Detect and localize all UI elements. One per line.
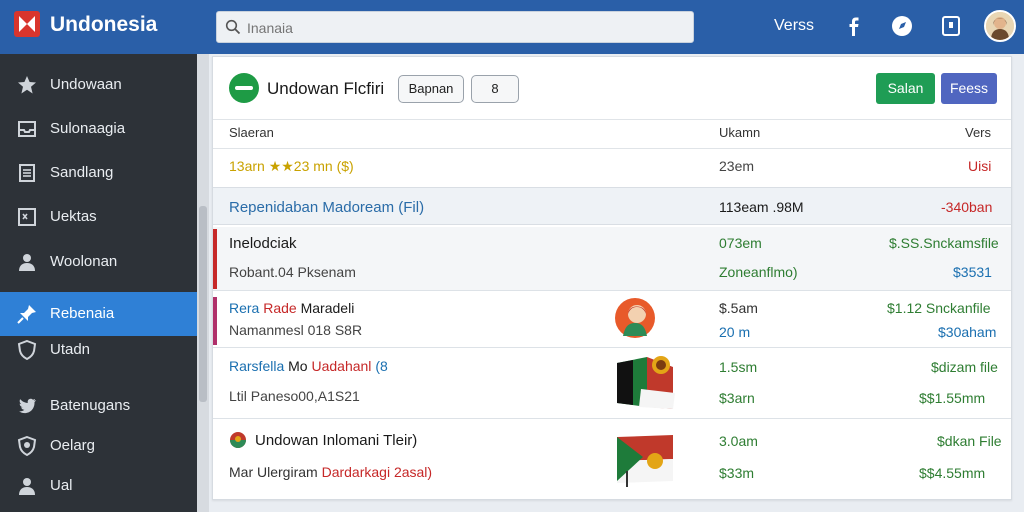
bookmark-icon[interactable] [939, 14, 963, 38]
value-cell: $.5am [719, 300, 758, 316]
value-cell: Uisi [968, 158, 992, 174]
app-title[interactable]: Undonesia [50, 13, 157, 37]
row-title-part: Rera [229, 300, 260, 316]
value-cell: 113eam .98M [719, 199, 804, 215]
facebook-icon[interactable] [842, 14, 866, 38]
shield-icon [17, 340, 37, 360]
value-cell: Zoneanflmo) [719, 264, 798, 280]
header-divider [213, 119, 1011, 120]
card-logo-icon [229, 73, 259, 103]
pin-icon [17, 305, 36, 324]
sidebar-item-label: Woolonan [50, 253, 118, 270]
row-marker [213, 229, 217, 289]
value-cell: 1.5sm [719, 359, 758, 375]
value-cell: $30aham [938, 324, 997, 340]
top-bar: Undonesia Verss [0, 0, 1024, 54]
value-cell: 20 m [719, 324, 751, 340]
top-link[interactable]: Verss [774, 17, 814, 35]
sidebar-item-label: Sulonaagia [50, 120, 126, 137]
row-title-part: Rarsfella [229, 358, 285, 374]
row-title-part: Rade [263, 300, 297, 316]
row-title-part: (8 [375, 358, 388, 374]
row-subtitle: Namanmesl 018 S8R [229, 322, 363, 338]
salan-button[interactable]: Salan [876, 73, 935, 104]
row-title-part: Uadahanl [311, 358, 372, 374]
star-icon [18, 76, 36, 94]
row-title[interactable]: Inelodciak [229, 235, 297, 252]
document-icon [19, 164, 35, 182]
app-logo-icon[interactable] [14, 11, 40, 37]
sidebar-item-woolonan[interactable]: Woolonan [0, 240, 197, 284]
row-subtitle: Ltil Paneso00,A1S21 [229, 388, 360, 404]
sidebar-item-label: Uektas [50, 208, 97, 225]
sidebar-item-label: Rebenaia [50, 305, 115, 322]
row-subtitle: Robant.04 Pksenam [229, 264, 356, 280]
value-cell: -340ban [941, 199, 993, 215]
value-cell: $1.12 Snckanfile [887, 300, 991, 316]
search-input[interactable] [247, 16, 677, 40]
column-header[interactable]: Vers [965, 125, 991, 140]
column-header[interactable]: Ukamn [719, 125, 760, 140]
value-cell: $33m [719, 465, 755, 481]
sidebar-item-label: Utadn [50, 341, 91, 358]
sidebar-item-oelarg[interactable]: Oelarg [0, 424, 197, 468]
row-thumbnail-icon [615, 298, 655, 338]
row-subtitle: Mar Ulergiram Dardarkagi 2asal) [229, 464, 432, 480]
user-avatar[interactable] [984, 10, 1016, 42]
row-flag-image-icon [617, 435, 673, 487]
search-icon [225, 19, 241, 35]
sidebar-item-sulonaagia[interactable]: Sulonaagia [0, 107, 197, 151]
row-title-part: Mo [288, 358, 308, 374]
checkbox-icon [18, 208, 36, 226]
sidebar-item-sandlang[interactable]: Sandlang [0, 151, 197, 195]
sidebar-item-label: Oelarg [50, 437, 96, 454]
sidebar-item-label: Sandlang [50, 164, 114, 181]
column-header[interactable]: Slaeran [229, 125, 274, 140]
row-title-part: Maradeli [300, 300, 355, 316]
badge-icon [17, 436, 37, 456]
value-cell: 073em [719, 235, 762, 251]
sidebar: Undowaan Sulonaagia Sandlang Uektas Wool… [0, 54, 197, 512]
row-title[interactable]: Undowan Inlomani Tleir) [255, 432, 417, 449]
row-flag-image-icon [617, 356, 675, 409]
sidebar-item-undowaan[interactable]: Undowaan [0, 63, 197, 107]
bapnan-button[interactable]: Bapnan [398, 75, 464, 103]
sidebar-item-batenugans[interactable]: Batenugans [0, 384, 197, 428]
value-cell: $$4.55mm [919, 465, 986, 481]
scrollbar-thumb[interactable] [199, 206, 207, 402]
inbox-icon [18, 121, 36, 137]
row-link[interactable]: Repenidaban Madoream (Fil) [229, 199, 424, 216]
sidebar-item-uektas[interactable]: Uektas [0, 195, 197, 239]
sidebar-item-ual[interactable]: Ual [0, 464, 197, 508]
header-divider [213, 148, 1011, 149]
feess-button[interactable]: Feess [941, 73, 997, 104]
row-title[interactable]: Rarsfella Mo Uadahanl (8 [229, 358, 388, 374]
row-subtitle-part: Dardarkagi 2asal) [321, 464, 433, 480]
sidebar-item-label: Ual [50, 477, 73, 494]
value-cell: 3.0am [719, 433, 758, 449]
main-panel: Undowan Flcfiri Bapnan 8 Salan Feess Sla… [212, 56, 1012, 500]
panel-title: Undowan Flcfiri [267, 79, 385, 98]
sidebar-item-utadn[interactable]: Utadn [0, 328, 197, 372]
number-button[interactable]: 8 [471, 75, 519, 103]
value-cell: $.SS.Snckamsfile [889, 235, 999, 251]
rating-cell: 13arn ★★23 mn ($) [229, 158, 354, 174]
sidebar-item-label: Batenugans [50, 397, 131, 414]
sidebar-item-label: Undowaan [50, 76, 122, 93]
user-icon [19, 478, 35, 495]
row-title[interactable]: Rera Rade Maradeli [229, 300, 354, 316]
user-icon [19, 254, 35, 271]
value-cell: $dkan File [937, 433, 1002, 449]
value-cell: $3arn [719, 390, 755, 406]
search-box[interactable] [216, 11, 694, 43]
row-subtitle-part: Mar Ulergiram [229, 464, 318, 480]
value-cell: 23em [719, 158, 755, 174]
row-status-icon [230, 432, 246, 448]
value-cell: $3531 [953, 264, 992, 280]
compass-icon[interactable] [890, 14, 914, 38]
row-marker [213, 297, 217, 345]
twitter-icon [19, 398, 36, 414]
value-cell: $dizam file [931, 359, 998, 375]
value-cell: $$1.55mm [919, 390, 986, 406]
